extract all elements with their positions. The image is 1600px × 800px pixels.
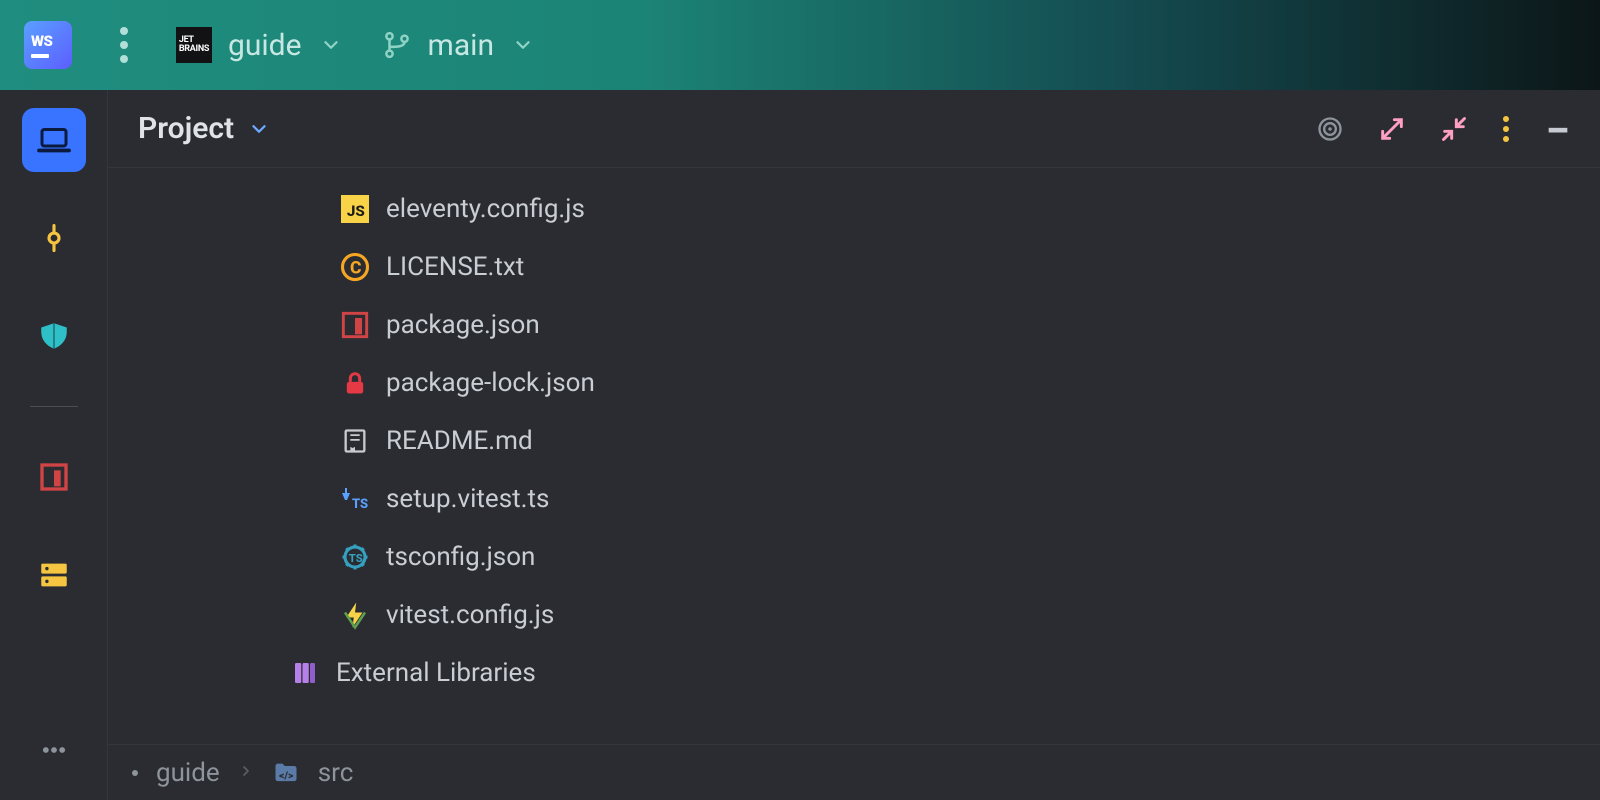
webstorm-logo[interactable]: WS <box>24 21 72 69</box>
tree-item[interactable]: package.json <box>108 296 1600 354</box>
svg-text:C: C <box>350 258 361 278</box>
folder-src-icon: </> <box>272 759 300 787</box>
shield-icon <box>37 319 71 353</box>
hide-pane-button[interactable] <box>1544 115 1572 143</box>
svg-text:TS: TS <box>349 552 363 565</box>
main-menu-button[interactable] <box>112 19 136 71</box>
vitest-icon <box>338 598 372 632</box>
project-tool-button[interactable] <box>22 108 86 172</box>
expand-all-button[interactable] <box>1378 115 1406 143</box>
database-tool-button[interactable] <box>22 543 86 607</box>
project-view-selector[interactable]: Project <box>138 111 270 146</box>
pane-title: Project <box>138 111 234 146</box>
commit-tool-button[interactable] <box>22 206 86 270</box>
tree-item[interactable]: package-lock.json <box>108 354 1600 412</box>
tree-item[interactable]: TS tsconfig.json <box>108 528 1600 586</box>
chevron-down-icon <box>320 34 342 56</box>
file-name: README.md <box>386 426 533 456</box>
navigation-bar: guide </> src <box>108 744 1600 800</box>
ts-gear-icon: TS <box>338 540 372 574</box>
library-icon <box>288 656 322 690</box>
collapse-icon <box>1440 115 1468 143</box>
collapse-all-button[interactable] <box>1440 115 1468 143</box>
project-pane: Project <box>108 90 1600 800</box>
file-tree[interactable]: JS eleventy.config.js C LICENSE.txt pack… <box>108 168 1600 744</box>
breadcrumb-root[interactable]: guide <box>156 758 220 788</box>
tree-item[interactable]: vitest.config.js <box>108 586 1600 644</box>
branch-name: main <box>428 28 495 63</box>
tree-item[interactable]: README.md <box>108 412 1600 470</box>
file-name: package.json <box>386 310 540 340</box>
external-libraries-node[interactable]: External Libraries <box>108 644 1600 702</box>
project-name: guide <box>228 28 302 63</box>
git-branch-icon <box>382 30 412 60</box>
pane-options-button[interactable] <box>1502 115 1510 143</box>
tool-window-rail <box>0 90 108 800</box>
external-libraries-label: External Libraries <box>336 658 536 688</box>
vitest-ts-icon: TS <box>338 482 372 516</box>
more-vertical-icon <box>1502 115 1510 143</box>
book-icon <box>338 424 372 458</box>
project-selector[interactable]: JETBRAINS guide <box>176 27 342 63</box>
commit-icon <box>39 223 69 253</box>
chevron-right-icon <box>238 760 254 785</box>
app-body: Project <box>0 90 1600 800</box>
file-name: LICENSE.txt <box>386 252 524 282</box>
pane-actions <box>1316 115 1572 143</box>
jetbrains-icon: JETBRAINS <box>176 27 212 63</box>
tree-item[interactable]: JS eleventy.config.js <box>108 180 1600 238</box>
structure-tool-button[interactable] <box>22 304 86 368</box>
lock-icon <box>338 366 372 400</box>
file-name: setup.vitest.ts <box>386 484 549 514</box>
minimize-icon <box>1544 115 1572 143</box>
project-pane-header: Project <box>108 90 1600 168</box>
svg-text:JS: JS <box>347 202 365 220</box>
chevron-down-icon <box>512 34 534 56</box>
rail-separator <box>30 406 78 407</box>
more-horizontal-icon <box>40 736 68 764</box>
breadcrumb-current[interactable]: src <box>318 758 354 788</box>
laptop-icon <box>36 122 72 158</box>
target-icon <box>1316 115 1344 143</box>
copyright-icon: C <box>338 250 372 284</box>
file-name: vitest.config.js <box>386 600 554 630</box>
expand-icon <box>1378 115 1406 143</box>
titlebar: WS JETBRAINS guide main <box>0 0 1600 90</box>
chevron-down-icon <box>248 118 270 140</box>
vcs-branch-selector[interactable]: main <box>382 28 535 63</box>
more-tools-button[interactable] <box>22 718 86 782</box>
svg-text:TS: TS <box>352 497 368 512</box>
file-name: tsconfig.json <box>386 542 535 572</box>
npm-tool-button[interactable] <box>22 445 86 509</box>
npm-icon <box>38 461 70 493</box>
nav-indicator-icon <box>132 770 138 776</box>
select-opened-file-button[interactable] <box>1316 115 1344 143</box>
npm-icon <box>338 308 372 342</box>
tree-item[interactable]: C LICENSE.txt <box>108 238 1600 296</box>
file-name: package-lock.json <box>386 368 595 398</box>
svg-text:</>: </> <box>279 768 294 781</box>
tree-item[interactable]: TS setup.vitest.ts <box>108 470 1600 528</box>
js-icon: JS <box>338 192 372 226</box>
server-icon <box>37 558 71 592</box>
file-name: eleventy.config.js <box>386 194 585 224</box>
